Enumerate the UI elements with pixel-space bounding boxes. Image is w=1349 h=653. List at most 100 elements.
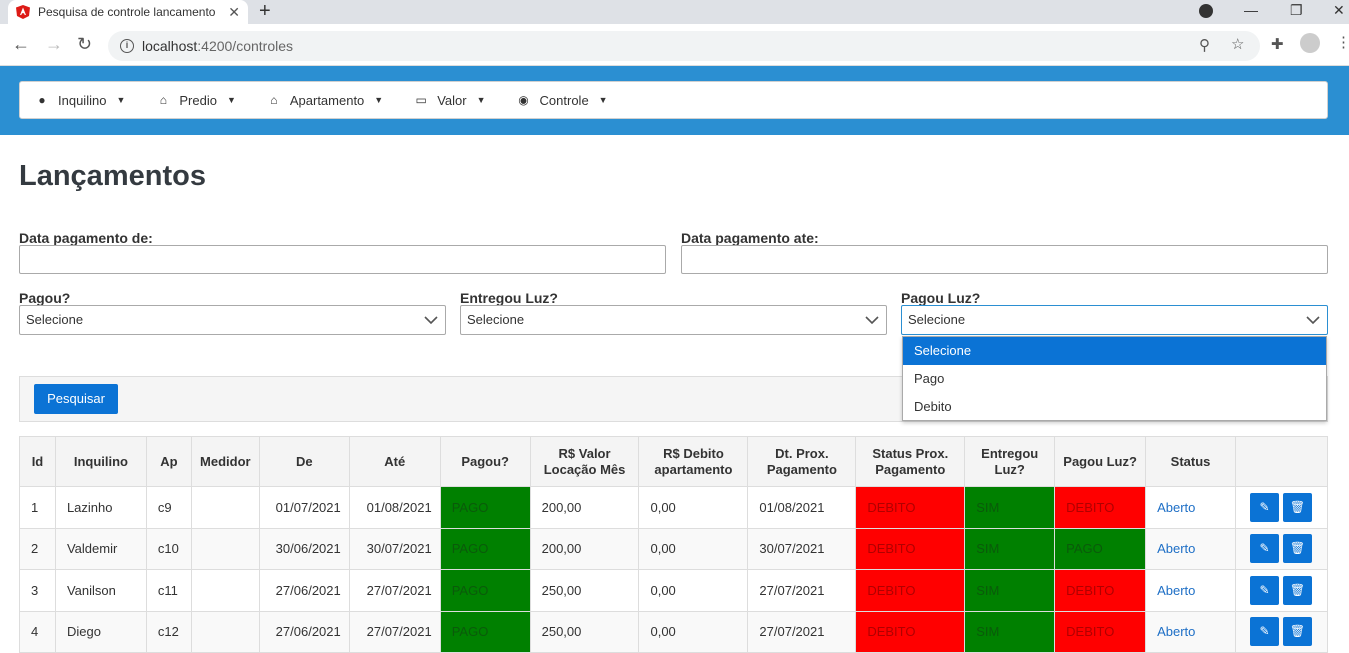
col-actions [1234, 436, 1329, 487]
new-tab-icon[interactable]: + [259, 0, 271, 24]
col-entregou[interactable]: Entregou Luz? [964, 436, 1056, 487]
data-ate-input[interactable] [681, 245, 1328, 274]
cell-pagou: PAGO [439, 486, 531, 529]
bookmark-star-icon[interactable]: ☆ [1231, 35, 1244, 53]
data-de-input[interactable] [19, 245, 666, 274]
cell-pagou: PAGO [439, 610, 531, 653]
cell-status[interactable]: Aberto [1145, 486, 1236, 529]
status-link[interactable]: Aberto [1157, 541, 1195, 556]
caret-down-icon: ▼ [476, 95, 486, 105]
cell-ate: 01/08/2021 [348, 486, 441, 529]
cell-status[interactable]: Aberto [1145, 569, 1236, 612]
cell-inquilino: Vanilson [54, 569, 147, 612]
cell-inquilino: Lazinho [54, 486, 147, 529]
zoom-icon[interactable]: ⚲ [1199, 36, 1210, 54]
profile-menu-icon[interactable] [1199, 4, 1213, 18]
page-title: Lançamentos [19, 160, 206, 192]
browser-menu-icon[interactable]: ⋮ [1336, 33, 1349, 51]
cell-id: 2 [19, 527, 56, 570]
pagou-select-value: Selecione [26, 312, 84, 327]
reload-icon[interactable]: ↻ [77, 34, 92, 54]
pagou-select[interactable]: Selecione [19, 305, 446, 335]
col-status-prox[interactable]: Status Prox. Pagamento [855, 436, 966, 487]
restore-icon[interactable]: ❐ [1290, 0, 1303, 24]
col-ate[interactable]: Até [348, 436, 441, 487]
cell-debito: 0,00 [638, 569, 749, 612]
status-link[interactable]: Aberto [1157, 624, 1195, 639]
edit-icon[interactable]: ✎ [1249, 492, 1279, 522]
option-selecione[interactable]: Selecione [903, 337, 1326, 365]
cell-de: 30/06/2021 [258, 527, 350, 570]
forward-icon[interactable]: → [45, 34, 63, 54]
cell-prox: 01/08/2021 [747, 486, 857, 529]
minimize-icon[interactable]: — [1244, 0, 1258, 24]
chevron-down-icon [1306, 316, 1320, 325]
col-prox[interactable]: Dt. Prox. Pagamento [747, 436, 857, 487]
cell-actions: ✎ 🗑 [1234, 486, 1329, 529]
menu-inquilino[interactable]: ● Inquilino ▼ [36, 93, 125, 108]
col-debito[interactable]: R$ Debito apartamento [638, 436, 749, 487]
status-link[interactable]: Aberto [1157, 583, 1195, 598]
trash-icon[interactable]: 🗑 [1282, 534, 1312, 564]
col-inquilino[interactable]: Inquilino [54, 436, 147, 487]
cell-ap: c12 [145, 610, 192, 653]
col-id[interactable]: Id [19, 436, 56, 487]
caret-down-icon: ▼ [226, 95, 236, 105]
pagou-luz-select[interactable]: Selecione [901, 305, 1328, 335]
option-pago[interactable]: Pago [903, 365, 1326, 393]
angular-icon [16, 5, 30, 19]
cell-valor: 250,00 [529, 610, 640, 653]
table-row: 2 Valdemir c10 30/06/2021 30/07/2021 PAGO 200,… [19, 527, 1329, 570]
cell-debito: 0,00 [638, 527, 749, 570]
search-button[interactable]: Pesquisar [34, 384, 118, 414]
entregou-label: Entregou Luz? [460, 290, 558, 306]
col-pagou-luz[interactable]: Pagou Luz? [1054, 436, 1147, 487]
cell-id: 4 [19, 610, 56, 653]
edit-icon[interactable]: ✎ [1249, 617, 1279, 647]
tab-title: Pesquisa de controle lancamento [38, 5, 216, 19]
profile-avatar-icon[interactable] [1300, 33, 1320, 53]
option-debito[interactable]: Debito [903, 393, 1326, 421]
col-de[interactable]: De [258, 436, 350, 487]
menu-apartamento[interactable]: ⌂ Apartamento ▼ [268, 93, 383, 108]
col-valor[interactable]: R$ Valor Locação Mês [529, 436, 640, 487]
cell-valor: 250,00 [529, 569, 640, 612]
cell-inquilino: Diego [54, 610, 147, 653]
cell-status[interactable]: Aberto [1145, 610, 1236, 653]
trash-icon[interactable]: 🗑 [1282, 492, 1312, 522]
cell-id: 1 [19, 486, 56, 529]
trash-icon[interactable]: 🗑 [1282, 575, 1312, 605]
cell-medidor [190, 610, 260, 653]
col-ap[interactable]: Ap [145, 436, 192, 487]
cell-de: 27/06/2021 [258, 569, 350, 612]
col-pagou[interactable]: Pagou? [439, 436, 531, 487]
menu-valor[interactable]: ▭ Valor ▼ [415, 93, 486, 108]
cell-actions: ✎ 🗑 [1234, 527, 1329, 570]
cell-pagou-luz: DEBITO [1054, 569, 1147, 612]
main-menu: ● Inquilino ▼ ⌂ Predio ▼ ⌂ Apartamento ▼… [19, 81, 1328, 119]
cell-medidor [190, 486, 260, 529]
browser-tab[interactable]: Pesquisa de controle lancamento ✕ [8, 0, 248, 24]
extensions-icon[interactable]: ✚ [1271, 35, 1284, 53]
status-link[interactable]: Aberto [1157, 500, 1195, 515]
close-window-icon[interactable]: ✕ [1333, 0, 1345, 24]
home-icon: ⌂ [159, 93, 167, 107]
col-medidor[interactable]: Medidor [190, 436, 260, 487]
trash-icon[interactable]: 🗑 [1282, 617, 1312, 647]
url-host: localhost [142, 38, 198, 54]
edit-icon[interactable]: ✎ [1249, 575, 1279, 605]
back-icon[interactable]: ← [12, 34, 30, 54]
url-input[interactable]: i localhost:4200/controles [108, 31, 1260, 61]
cell-inquilino: Valdemir [54, 527, 147, 570]
entregou-select[interactable]: Selecione [460, 305, 887, 335]
edit-icon[interactable]: ✎ [1249, 534, 1279, 564]
cell-ap: c10 [145, 527, 192, 570]
close-tab-icon[interactable]: ✕ [228, 4, 240, 21]
menu-predio[interactable]: ⌂ Predio ▼ [157, 93, 236, 108]
col-status[interactable]: Status [1145, 436, 1236, 487]
menu-controle[interactable]: ◉ Controle ▼ [518, 93, 607, 108]
info-icon[interactable]: i [120, 39, 134, 53]
cell-pagou: PAGO [439, 527, 531, 570]
cell-status[interactable]: Aberto [1145, 527, 1236, 570]
cell-debito: 0,00 [638, 486, 749, 529]
